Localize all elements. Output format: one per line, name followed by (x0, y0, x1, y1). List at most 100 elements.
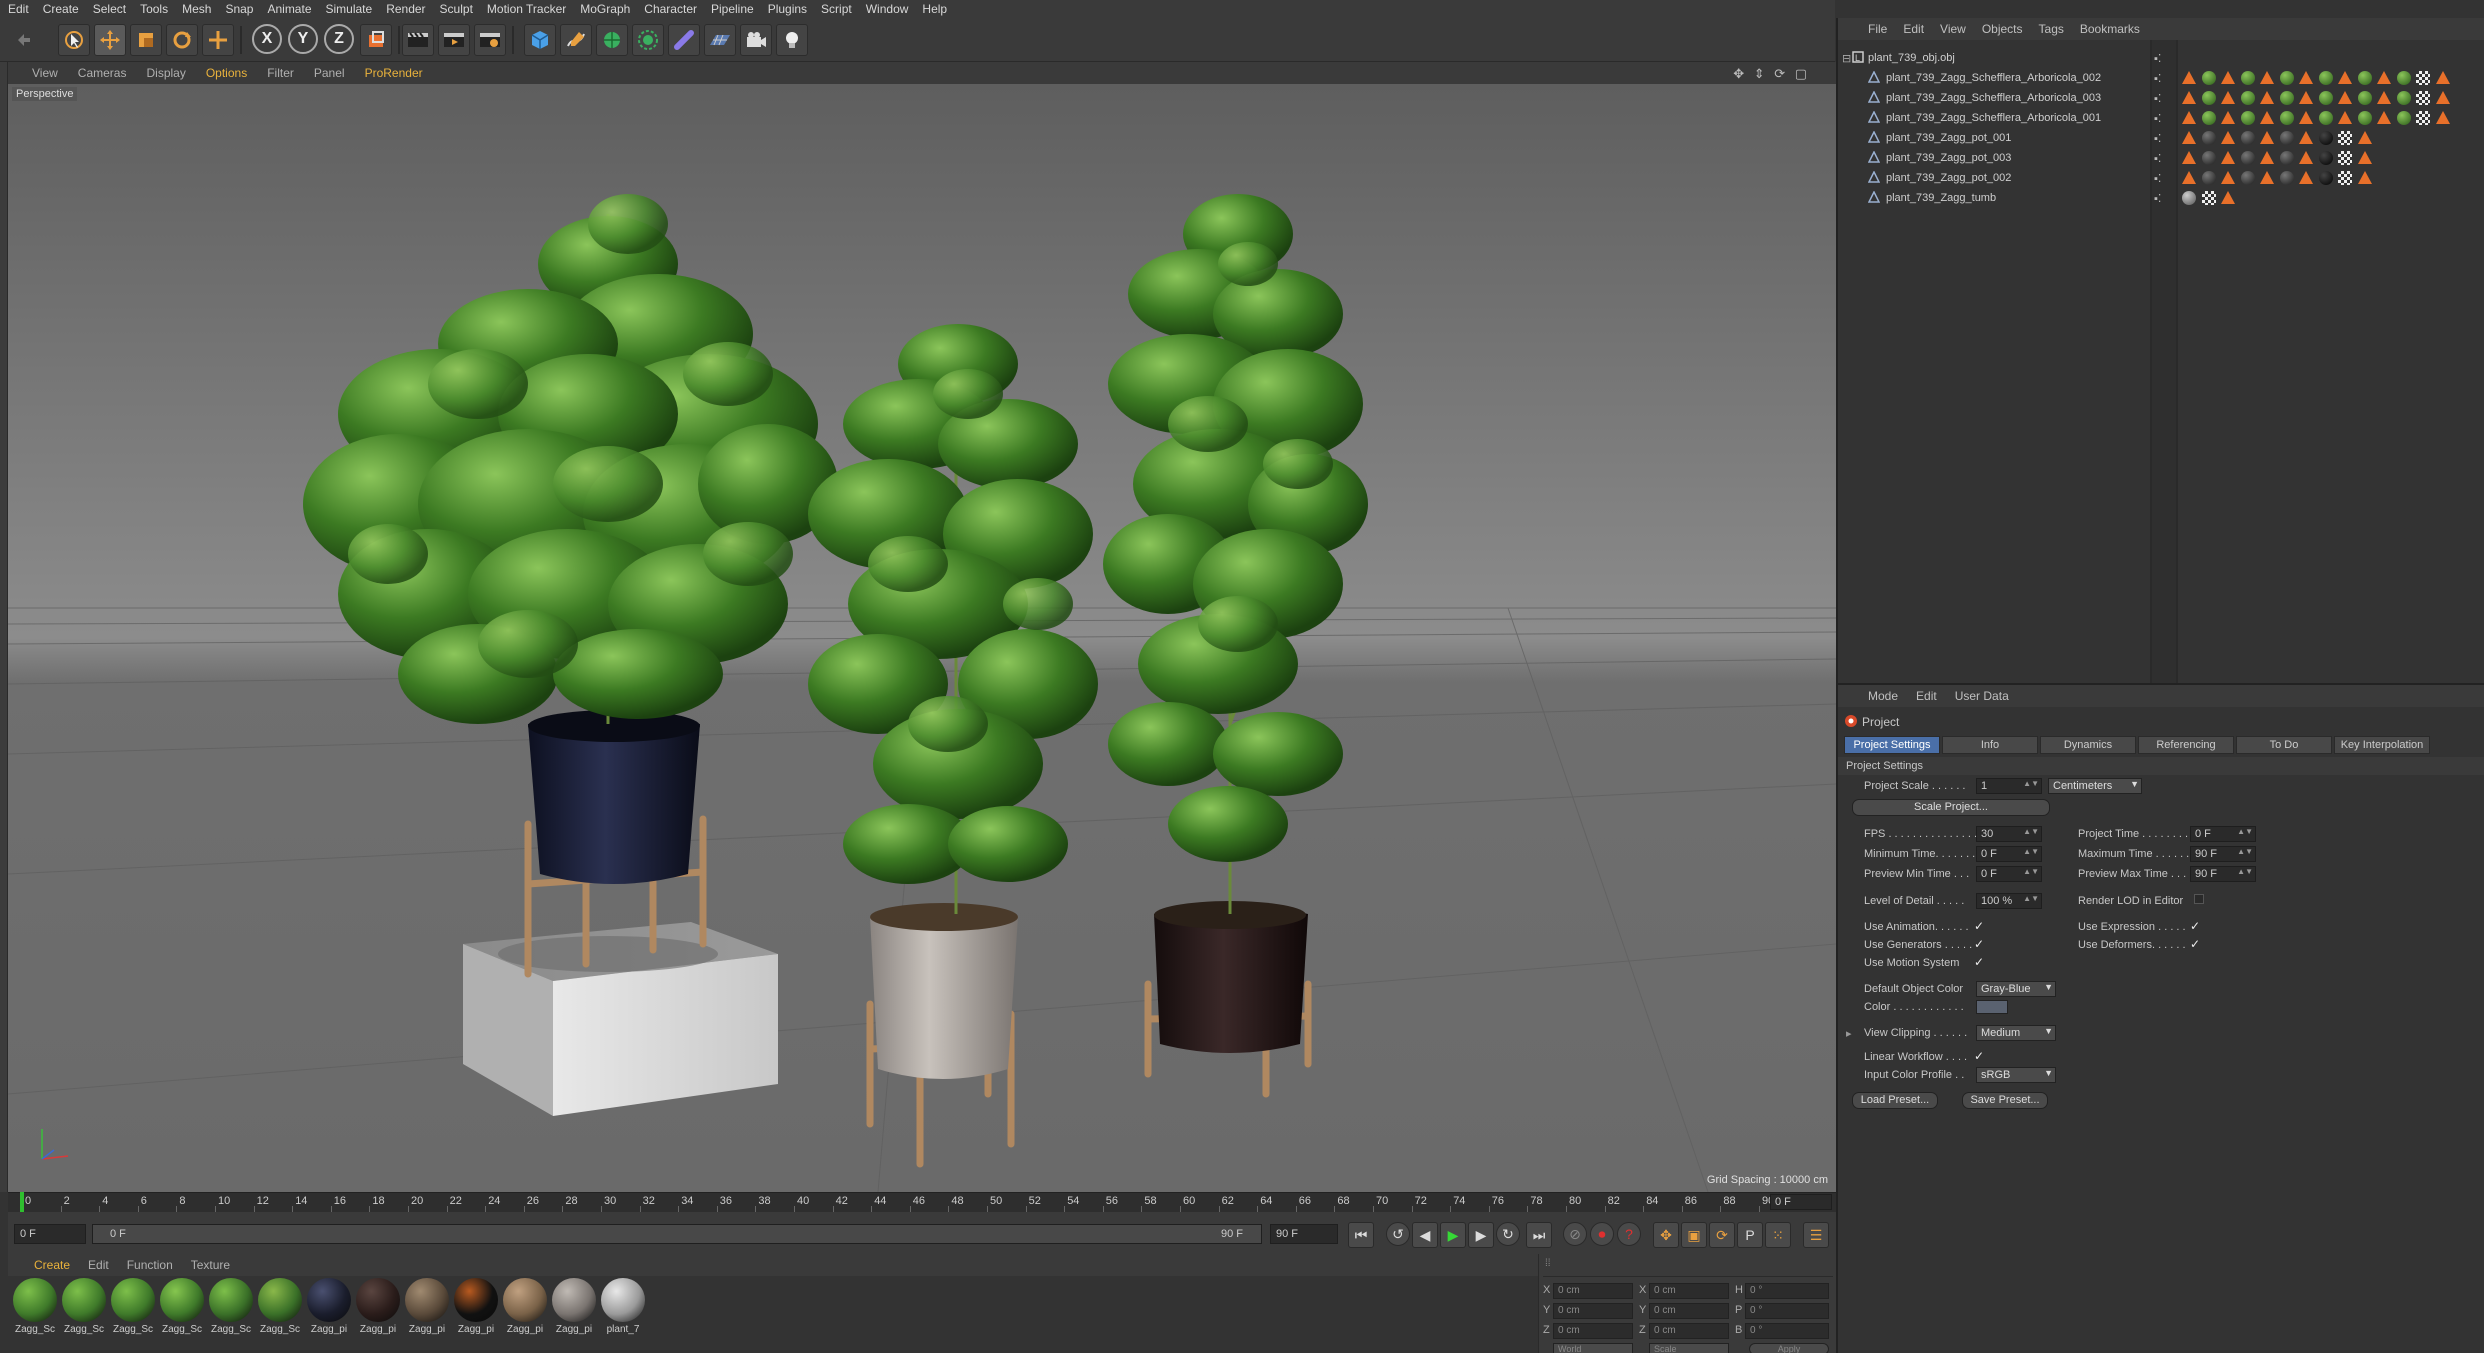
visibility-dots-icon[interactable]: ▪⁚ (2154, 132, 2161, 145)
tab-referencing[interactable]: Referencing (2138, 736, 2234, 754)
render-lod-checkbox[interactable] (2194, 894, 2204, 904)
size-x-field[interactable]: 0 cm (1649, 1283, 1729, 1299)
material-tag-icon[interactable] (2279, 71, 2294, 85)
object-row-root[interactable]: ⊟ L plant_739_obj.obj ▪⁚ (1838, 48, 2484, 68)
next-frame-icon[interactable]: ▶ (1468, 1222, 1494, 1248)
phong-tag-icon[interactable] (2377, 111, 2391, 125)
key-parameter-icon[interactable]: P (1737, 1222, 1763, 1248)
motion-record-icon[interactable]: ⊘ (1563, 1222, 1587, 1246)
material-tag-icon[interactable] (2396, 111, 2411, 125)
scale-project-button[interactable]: Scale Project... (1852, 799, 2050, 816)
goto-start-icon[interactable]: ⏮ (1348, 1222, 1374, 1248)
use-motion-checkbox[interactable]: ✓ (1974, 955, 1984, 969)
end-frame-field[interactable]: 90 F (1270, 1224, 1338, 1244)
texture-tag-icon[interactable] (2338, 131, 2352, 145)
material-swatch[interactable]: Zagg_Sc (159, 1278, 205, 1335)
timeline-ruler[interactable]: 0 2 4 6 8 10 12 14 16 18 20 22 24 26 28 30 32 34 36 38 40 42 4… (8, 1192, 1836, 1212)
phong-tag-icon[interactable] (2182, 171, 2196, 185)
visibility-dots-icon[interactable]: ▪⁚ (2154, 92, 2161, 105)
phong-tag-icon[interactable] (2182, 111, 2196, 125)
object-row[interactable]: plant_739_Zagg_pot_002 ▪⁚ (1838, 168, 2484, 188)
light-icon[interactable] (776, 24, 808, 56)
menu-render[interactable]: Render (386, 2, 425, 16)
phong-tag-icon[interactable] (2260, 71, 2274, 85)
floor-icon[interactable] (704, 24, 736, 56)
material-menu-texture[interactable]: Texture (191, 1258, 230, 1272)
rotation-p-field[interactable]: 0 ° (1745, 1303, 1829, 1319)
visibility-dots-icon[interactable]: ▪⁚ (2154, 172, 2161, 185)
position-x-field[interactable]: 0 cm (1553, 1283, 1633, 1299)
phong-tag-icon[interactable] (2299, 131, 2313, 145)
y-axis-lock-button[interactable]: Y (288, 24, 318, 54)
material-swatch[interactable]: Zagg_pi (306, 1278, 352, 1335)
menu-edit[interactable]: Edit (8, 2, 29, 16)
material-menu-create[interactable]: Create (34, 1258, 70, 1272)
material-menu-edit[interactable]: Edit (88, 1258, 109, 1272)
phong-tag-icon[interactable] (2338, 111, 2352, 125)
phong-tag-icon[interactable] (2260, 171, 2274, 185)
phong-tag-icon[interactable] (2182, 71, 2196, 85)
move-tool-icon[interactable] (94, 24, 126, 56)
viewport-menu-options[interactable]: Options (206, 66, 247, 80)
menu-animate[interactable]: Animate (267, 2, 311, 16)
undo-icon[interactable] (8, 24, 40, 56)
material-tag-icon[interactable] (2201, 171, 2216, 185)
texture-tag-icon[interactable] (2416, 71, 2430, 85)
viewport-menu-display[interactable]: Display (146, 66, 185, 80)
fps-field[interactable]: 30 ▲▼ (1976, 826, 2042, 842)
material-tag-icon[interactable] (2357, 111, 2372, 125)
material-tag-icon[interactable] (2279, 131, 2294, 145)
object-row[interactable]: plant_739_Zagg_pot_003 ▪⁚ (1838, 148, 2484, 168)
material-tag-icon[interactable] (2357, 91, 2372, 105)
size-z-field[interactable]: 0 cm (1649, 1323, 1729, 1339)
min-time-field[interactable]: 0 F ▲▼ (1976, 846, 2042, 862)
material-tag-icon[interactable] (2201, 111, 2216, 125)
menu-character[interactable]: Character (644, 2, 697, 16)
phong-tag-icon[interactable] (2299, 151, 2313, 165)
use-animation-checkbox[interactable]: ✓ (1974, 919, 1984, 933)
rotation-h-field[interactable]: 0 ° (1745, 1283, 1829, 1299)
object-row[interactable]: plant_739_Zagg_pot_001 ▪⁚ (1838, 128, 2484, 148)
phong-tag-icon[interactable] (2182, 131, 2196, 145)
timeline-window-icon[interactable]: ☰ (1803, 1222, 1829, 1248)
menu-pipeline[interactable]: Pipeline (711, 2, 754, 16)
visibility-dots-icon[interactable]: ▪⁚ (2154, 152, 2161, 165)
deformer-icon[interactable] (668, 24, 700, 56)
size-y-field[interactable]: 0 cm (1649, 1303, 1729, 1319)
preview-max-field[interactable]: 90 F ▲▼ (2190, 866, 2256, 882)
object-row[interactable]: plant_739_Zagg_Schefflera_Arboricola_002… (1838, 68, 2484, 88)
material-tag-icon[interactable] (2279, 111, 2294, 125)
material-swatch[interactable]: Zagg_Sc (12, 1278, 58, 1335)
menu-help[interactable]: Help (922, 2, 947, 16)
viewport-nav-icons[interactable]: ✥ ⇕ ⟳ ▢ (1733, 66, 1810, 82)
phong-tag-icon[interactable] (2357, 171, 2372, 185)
visibility-dots-icon[interactable]: ▪⁚ (2154, 52, 2161, 65)
phong-tag-icon[interactable] (2299, 111, 2313, 125)
linear-workflow-checkbox[interactable]: ✓ (1974, 1049, 1984, 1063)
material-swatch[interactable]: Zagg_Sc (208, 1278, 254, 1335)
collapse-icon[interactable]: ⊟ (1842, 52, 1851, 65)
expand-arrow-icon[interactable]: ▸ (1846, 1027, 1852, 1040)
phong-tag-icon[interactable] (2260, 151, 2274, 165)
record-active-icon[interactable]: ⏺ (1590, 1222, 1614, 1246)
key-rotation-icon[interactable]: ⟳ (1709, 1222, 1735, 1248)
visibility-dots-icon[interactable]: ▪⁚ (2154, 112, 2161, 125)
menu-select[interactable]: Select (93, 2, 126, 16)
phong-tag-icon[interactable] (2357, 131, 2372, 145)
position-y-field[interactable]: 0 cm (1553, 1303, 1633, 1319)
phong-tag-icon[interactable] (2299, 171, 2313, 185)
z-axis-lock-button[interactable]: Z (324, 24, 354, 54)
menu-create[interactable]: Create (43, 2, 79, 16)
phong-tag-icon[interactable] (2435, 71, 2450, 85)
menu-script[interactable]: Script (821, 2, 852, 16)
tab-key-interpolation[interactable]: Key Interpolation (2334, 736, 2430, 754)
phong-tag-icon[interactable] (2182, 91, 2196, 105)
texture-tag-icon[interactable] (2338, 171, 2352, 185)
cloner-icon[interactable] (632, 24, 664, 56)
material-tag-icon[interactable] (2318, 151, 2333, 165)
phong-tag-icon[interactable] (2357, 151, 2372, 165)
position-z-field[interactable]: 0 cm (1553, 1323, 1633, 1339)
cube-icon[interactable] (524, 24, 556, 56)
load-preset-button[interactable]: Load Preset... (1852, 1092, 1938, 1109)
material-swatch[interactable]: plant_7 (600, 1278, 646, 1335)
